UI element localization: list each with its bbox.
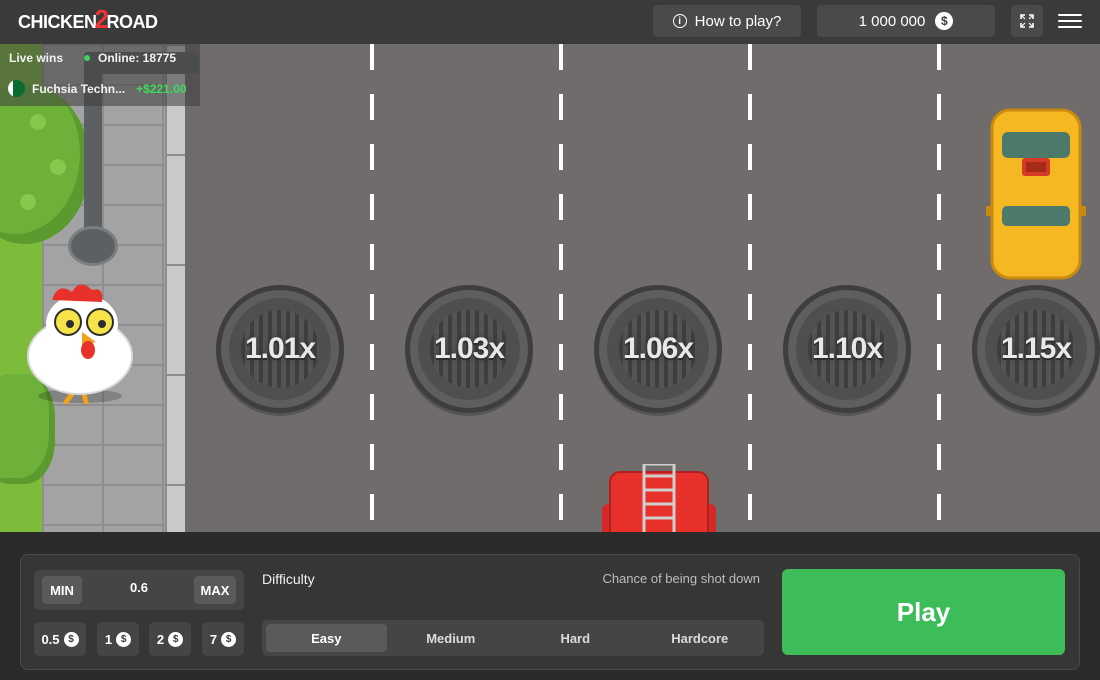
- bet-amount-box: MIN MAX: [34, 570, 244, 610]
- balance-value: 1 000 000: [858, 12, 926, 30]
- online-dot-icon: [84, 55, 90, 61]
- quick-bet-value: 0.5: [41, 631, 60, 647]
- lane-divider: [370, 44, 374, 532]
- multiplier-label: 1.10x: [811, 332, 883, 365]
- multiplier-label: 1.01x: [244, 332, 316, 365]
- quick-bet-7[interactable]: 7 $: [202, 622, 244, 656]
- logo-text-chicken: CHICKEN: [18, 11, 97, 32]
- info-icon: i: [672, 14, 687, 28]
- how-to-play-label: How to play?: [694, 12, 782, 30]
- quick-bet-value: 7: [209, 631, 218, 647]
- quick-bet-1[interactable]: 1 $: [97, 622, 139, 656]
- difficulty-hard[interactable]: Hard: [515, 624, 636, 652]
- multiplier-manhole-4[interactable]: 1.10x: [783, 285, 911, 413]
- multiplier-manhole-1[interactable]: 1.01x: [216, 285, 344, 413]
- multiplier-label: 1.06x: [622, 332, 694, 365]
- bet-amount-input[interactable]: [104, 580, 174, 595]
- hamburger-menu-button[interactable]: [1058, 8, 1082, 34]
- difficulty-selector: Easy Medium Hard Hardcore: [262, 620, 764, 656]
- taxi-car-icon: [986, 108, 1086, 280]
- game-logo: CHICKEN 2 ROAD: [18, 4, 158, 36]
- quick-bet-value: 1: [104, 631, 113, 647]
- online-count-label: Online: 18775: [98, 51, 177, 65]
- logo-text-two: 2: [94, 3, 109, 34]
- chicken-icon: [27, 284, 133, 404]
- min-bet-button[interactable]: MIN: [42, 576, 82, 604]
- online-count: Online: 18775: [84, 51, 176, 65]
- balance-display: 1 000 000 $: [817, 5, 995, 37]
- live-win-entry: Fuchsia Techn... +$221.00: [8, 80, 187, 97]
- live-wins-panel: Live wins Online: 18775 Fuchsia Techn...…: [0, 44, 200, 106]
- difficulty-hardcore[interactable]: Hardcore: [640, 624, 761, 652]
- dollar-coin-icon: $: [63, 631, 79, 647]
- difficulty-title: Difficulty: [262, 571, 315, 587]
- curb: [165, 44, 185, 532]
- difficulty-medium[interactable]: Medium: [391, 624, 512, 652]
- fire-truck-icon: [602, 464, 716, 532]
- game-board: 1.01x 1.03x 1.06x 1.10x 1.15x: [0, 44, 1100, 532]
- lane-divider: [559, 44, 563, 532]
- multiplier-manhole-5[interactable]: 1.15x: [972, 285, 1100, 413]
- country-flag-icon: [8, 80, 25, 97]
- top-bar: CHICKEN 2 ROAD i How to play? 1 000 000 …: [0, 0, 1100, 44]
- multiplier-label: 1.03x: [433, 332, 505, 365]
- menu-line-icon: [1058, 14, 1082, 16]
- menu-line-icon: [1058, 26, 1082, 28]
- lane-divider: [937, 44, 941, 532]
- fullscreen-icon: [1020, 14, 1034, 28]
- winner-name: Fuchsia Techn...: [32, 81, 126, 96]
- quick-bet-0-5[interactable]: 0.5 $: [34, 622, 86, 656]
- chance-label: Chance of being shot down: [602, 571, 760, 586]
- quick-bet-2[interactable]: 2 $: [149, 622, 191, 656]
- how-to-play-button[interactable]: i How to play?: [653, 5, 801, 37]
- menu-line-icon: [1058, 20, 1082, 22]
- multiplier-label: 1.15x: [1000, 332, 1072, 365]
- play-button[interactable]: Play: [782, 569, 1065, 655]
- difficulty-easy[interactable]: Easy: [266, 624, 387, 652]
- win-amount: +$221.00: [136, 81, 187, 96]
- dollar-coin-icon: $: [116, 631, 132, 647]
- fullscreen-button[interactable]: [1011, 5, 1043, 37]
- dollar-coin-icon: $: [168, 631, 184, 647]
- lane-divider: [748, 44, 752, 532]
- multiplier-manhole-3[interactable]: 1.06x: [594, 285, 722, 413]
- quick-bet-value: 2: [156, 631, 165, 647]
- logo-text-road: ROAD: [106, 11, 158, 32]
- street-lamp-base: [68, 226, 118, 266]
- dollar-coin-icon: $: [935, 12, 954, 30]
- live-wins-title: Live wins: [9, 51, 64, 65]
- max-bet-button[interactable]: MAX: [194, 576, 236, 604]
- dollar-coin-icon: $: [221, 631, 237, 647]
- multiplier-manhole-2[interactable]: 1.03x: [405, 285, 533, 413]
